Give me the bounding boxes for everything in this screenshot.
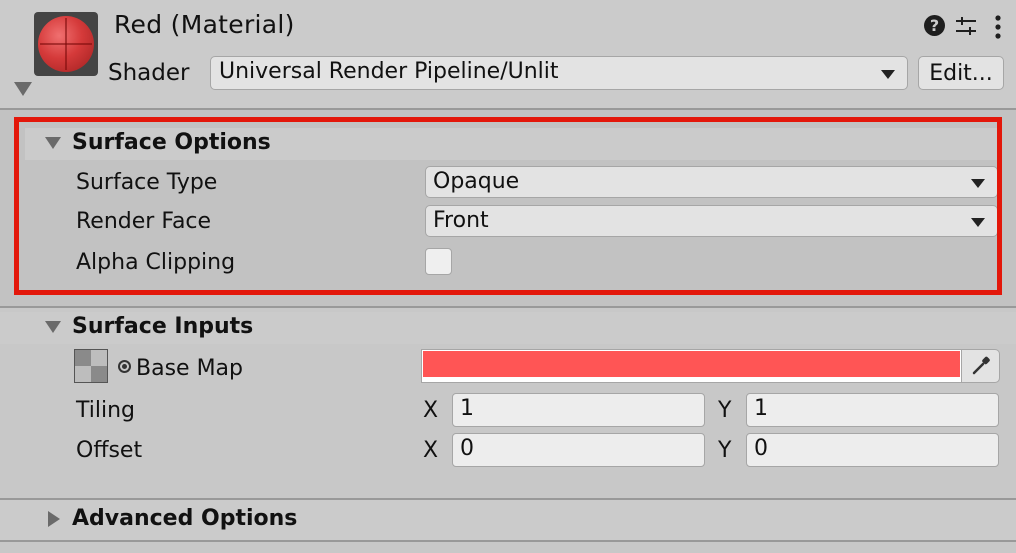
material-preview-thumbnail[interactable]: [34, 12, 98, 76]
chevron-down-icon[interactable]: [14, 82, 32, 96]
texture-slot-thumbnail[interactable]: [74, 349, 108, 383]
highlight-box: [14, 117, 1002, 295]
tiling-y-label: Y: [718, 398, 732, 423]
eyedropper-icon[interactable]: [962, 349, 1000, 383]
shader-label: Shader: [108, 60, 190, 86]
dropdown-arrow-icon: [881, 70, 895, 79]
base-color-field[interactable]: [421, 349, 962, 383]
offset-y-label: Y: [718, 438, 732, 463]
edit-shader-button[interactable]: Edit...: [918, 56, 1004, 90]
tiling-x-label: X: [423, 398, 439, 423]
chevron-down-icon[interactable]: [45, 321, 61, 333]
offset-y-field[interactable]: 0: [746, 433, 999, 467]
base-color-swatch: [423, 351, 960, 377]
offset-x-label: X: [423, 438, 439, 463]
object-picker-icon[interactable]: [118, 360, 131, 373]
offset-x-value: 0: [460, 436, 474, 461]
more-options-icon[interactable]: [990, 14, 1006, 40]
help-icon[interactable]: ?: [924, 15, 945, 36]
offset-x-field[interactable]: 0: [452, 433, 705, 467]
offset-label: Offset: [76, 438, 143, 463]
material-title: Red (Material): [114, 10, 295, 39]
base-map-label: Base Map: [136, 356, 243, 381]
tiling-x-value: 1: [460, 396, 474, 421]
chevron-right-icon[interactable]: [48, 511, 60, 527]
offset-y-value: 0: [754, 436, 768, 461]
surface-inputs-title: Surface Inputs: [72, 314, 254, 339]
advanced-options-title: Advanced Options: [72, 506, 298, 531]
tiling-x-field[interactable]: 1: [452, 393, 705, 427]
tiling-label: Tiling: [76, 398, 136, 423]
shader-dropdown-value: Universal Render Pipeline/Unlit: [219, 59, 559, 84]
tiling-y-value: 1: [754, 396, 768, 421]
shader-dropdown[interactable]: Universal Render Pipeline/Unlit: [210, 56, 908, 90]
tiling-y-field[interactable]: 1: [746, 393, 999, 427]
presets-icon[interactable]: [954, 14, 978, 38]
